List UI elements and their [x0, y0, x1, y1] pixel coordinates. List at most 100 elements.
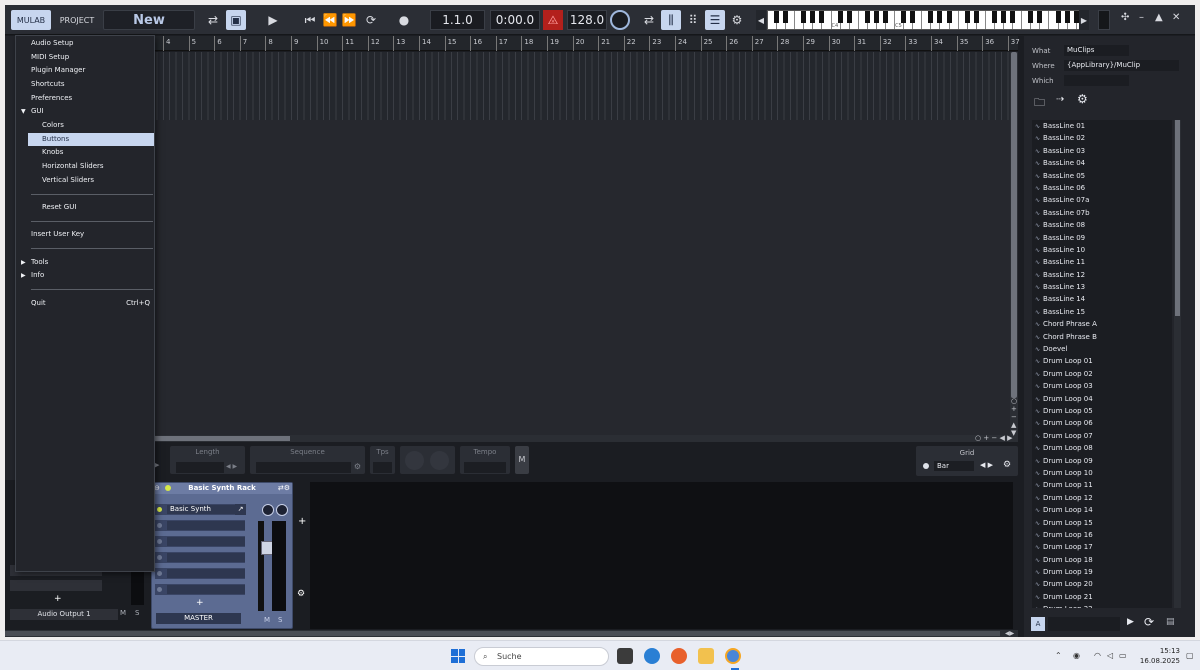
- m-button[interactable]: M: [515, 446, 529, 474]
- position-display[interactable]: 1.1.0: [430, 10, 485, 30]
- grid-gear-icon[interactable]: ⚙: [1003, 460, 1011, 470]
- maximize-icon[interactable]: ▲: [1155, 12, 1163, 23]
- clip-list-item[interactable]: ∿ BassLine 08: [1032, 219, 1172, 231]
- black-key[interactable]: [837, 11, 843, 23]
- white-key[interactable]: C5: [895, 11, 907, 29]
- record-icon[interactable]: ●: [394, 10, 414, 30]
- clip-list[interactable]: ∿ BassLine 01 ∿ BassLine 02 ∿ BassLine 03 ∿ Bas…: [1032, 120, 1172, 608]
- tps-field[interactable]: [373, 462, 392, 473]
- master-mute-button[interactable]: M: [264, 616, 270, 624]
- settings-gear-icon[interactable]: ⚙: [727, 10, 747, 30]
- clip-list-item[interactable]: ∿ Drum Loop 03: [1032, 380, 1172, 392]
- rack-slot[interactable]: [155, 584, 245, 595]
- clip-list-item[interactable]: ∿ Drum Loop 09: [1032, 455, 1172, 467]
- synth-open-icon[interactable]: ↗: [235, 504, 246, 515]
- clip-list-item[interactable]: ∿ Drum Loop 10: [1032, 467, 1172, 479]
- synth-slot[interactable]: Basic Synth: [155, 504, 245, 515]
- clip-list-item[interactable]: ∿ Drum Loop 21: [1032, 591, 1172, 603]
- clip-list-item[interactable]: ∿ Drum Loop 20: [1032, 578, 1172, 590]
- clip-list-item[interactable]: ∿ Drum Loop 14: [1032, 504, 1172, 516]
- black-key[interactable]: [819, 11, 825, 23]
- black-key[interactable]: [774, 11, 780, 23]
- clip-list-item[interactable]: ∿ BassLine 11: [1032, 256, 1172, 268]
- list-icon[interactable]: ☰: [705, 10, 725, 30]
- menu-colors[interactable]: Colors: [16, 119, 154, 132]
- start-icon[interactable]: [451, 649, 465, 663]
- rack-slot[interactable]: [155, 520, 245, 531]
- menu-horizontal-sliders[interactable]: Horizontal Sliders: [16, 160, 154, 173]
- clip-list-item[interactable]: ∿ Drum Loop 06: [1032, 417, 1172, 429]
- black-key[interactable]: [946, 11, 952, 23]
- black-key[interactable]: [864, 11, 870, 23]
- clip-list-item[interactable]: ∿ BassLine 13: [1032, 281, 1172, 293]
- menu-knobs[interactable]: Knobs: [16, 146, 154, 159]
- arrange-area[interactable]: [150, 120, 1010, 438]
- clip-list-item[interactable]: ∿ Drum Loop 07: [1032, 430, 1172, 442]
- menu-audio-setup[interactable]: Audio Setup: [16, 37, 154, 50]
- keyboard-right-arrow[interactable]: ▶: [1079, 10, 1089, 30]
- folder-icon[interactable]: 🗀: [1034, 94, 1045, 113]
- grid-led[interactable]: [923, 463, 929, 469]
- output-slot-2[interactable]: [10, 580, 102, 591]
- add-slot-button[interactable]: +: [196, 598, 204, 608]
- white-key[interactable]: [922, 11, 934, 29]
- clip-list-item[interactable]: ∿ BassLine 06: [1032, 182, 1172, 194]
- master-label[interactable]: MASTER: [156, 613, 241, 624]
- white-key[interactable]: [959, 11, 970, 29]
- which-field[interactable]: [1064, 75, 1129, 86]
- rack-slot[interactable]: [155, 568, 245, 579]
- notification-icon[interactable]: ▢: [1186, 651, 1194, 660]
- part-tempo-field[interactable]: [464, 462, 506, 473]
- white-key[interactable]: [768, 11, 780, 29]
- black-key[interactable]: [883, 11, 889, 23]
- clip-list-item[interactable]: ∿ Chord Phrase A: [1032, 318, 1172, 330]
- grid-arrows[interactable]: ◀ ▶: [980, 461, 993, 469]
- keyboard-left-arrow[interactable]: ◀: [756, 10, 766, 30]
- close-icon[interactable]: ✕: [1172, 12, 1180, 23]
- link-icon[interactable]: ⇢: [1056, 94, 1064, 105]
- clip-list-item[interactable]: ∿ BassLine 05: [1032, 170, 1172, 182]
- clip-list-item[interactable]: ∿ BassLine 07b: [1032, 207, 1172, 219]
- rack-settings-icon[interactable]: ⇄⚙: [278, 484, 290, 492]
- clip-list-item[interactable]: ∿Drum Loop 22: [1032, 603, 1172, 608]
- audio-output-label[interactable]: Audio Output 1: [10, 609, 118, 620]
- clip-list-scrollbar[interactable]: [1174, 120, 1181, 608]
- loop-icon[interactable]: ⟳: [361, 10, 381, 30]
- arrange-horizontal-scrollbar[interactable]: [150, 435, 1010, 442]
- preview-play-icon[interactable]: ▶: [1127, 617, 1134, 627]
- clip-list-item[interactable]: ∿ Drum Loop 16: [1032, 529, 1172, 541]
- tray-chevron-icon[interactable]: ⌃: [1055, 651, 1062, 660]
- firefox-icon[interactable]: [671, 648, 687, 664]
- tempo-knob[interactable]: [610, 10, 630, 30]
- wifi-icon[interactable]: ◠: [1094, 651, 1101, 660]
- clip-list-item[interactable]: ∿ Drum Loop 08: [1032, 442, 1172, 454]
- clip-list-item[interactable]: ∿ Drum Loop 15: [1032, 517, 1172, 529]
- tempo-display[interactable]: 128.0: [567, 10, 607, 30]
- menu-buttons[interactable]: Buttons: [28, 133, 154, 146]
- black-key[interactable]: [991, 11, 997, 23]
- clip-list-item[interactable]: ∿ Drum Loop 17: [1032, 541, 1172, 553]
- move-window-icon[interactable]: ✣: [1121, 12, 1129, 23]
- menu-insert-user-key[interactable]: Insert User Key: [16, 228, 154, 241]
- clip-list-item[interactable]: ∿ BassLine 07a: [1032, 194, 1172, 206]
- preview-field[interactable]: [1048, 617, 1120, 631]
- synth-slot-name[interactable]: Basic Synth: [167, 505, 245, 514]
- output-solo-button[interactable]: S: [135, 609, 145, 620]
- menu-info[interactable]: ▶ Info: [16, 269, 154, 282]
- fast-forward-icon[interactable]: ⏩: [339, 10, 359, 30]
- mulab-app-icon[interactable]: [725, 648, 741, 664]
- menu-preferences[interactable]: Preferences: [16, 92, 154, 105]
- black-key[interactable]: [873, 11, 879, 23]
- clip-list-item[interactable]: ∿ BassLine 09: [1032, 232, 1172, 244]
- browser-settings-icon[interactable]: ⚙: [1077, 92, 1088, 106]
- black-key[interactable]: [1001, 11, 1007, 23]
- menu-reset-gui[interactable]: Reset GUI: [16, 201, 154, 214]
- add-strip-button[interactable]: +: [298, 516, 306, 527]
- sequence-gear-icon[interactable]: ⚙: [354, 462, 361, 471]
- mixer-horizontal-scrollbar[interactable]: [5, 630, 1018, 637]
- clip-list-item[interactable]: ∿ BassLine 01: [1032, 120, 1172, 132]
- black-key[interactable]: [910, 11, 916, 23]
- menu-shortcuts[interactable]: Shortcuts: [16, 78, 154, 91]
- clip-list-item[interactable]: ∿ Drum Loop 12: [1032, 492, 1172, 504]
- output-mute-button[interactable]: M: [120, 609, 130, 620]
